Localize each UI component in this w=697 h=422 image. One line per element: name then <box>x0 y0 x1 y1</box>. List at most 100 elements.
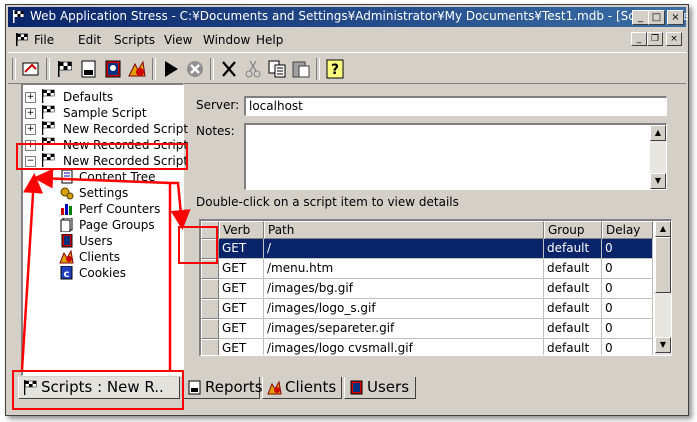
expand-toggle[interactable]: + <box>25 108 36 119</box>
row-header[interactable] <box>201 319 219 339</box>
svg-text:?: ? <box>331 62 339 78</box>
cookies-icon: c <box>60 266 73 280</box>
menu-bar: File Edit Scripts View Window Help <box>8 30 686 50</box>
tree-child-label: Page Groups <box>79 218 155 232</box>
checkered-flag-icon <box>42 105 55 119</box>
grid-scrollbar[interactable]: ▲ ▼ <box>655 221 671 355</box>
tree-item-label: Sample Script <box>63 106 147 120</box>
column-header-verb[interactable]: Verb <box>219 221 264 239</box>
cell-path: /menu.htm <box>264 259 544 279</box>
cell-verb: GET <box>219 319 264 339</box>
table-row-selected[interactable]: GET / default 0 <box>201 239 653 259</box>
window-title: Web Application Stress - C:¥Documents an… <box>30 9 689 23</box>
table-row[interactable]: GET /menu.htm default 0 <box>201 259 653 279</box>
clients-icon <box>267 380 282 395</box>
close-button[interactable]: × <box>667 10 684 25</box>
app-window: Web Application Stress - C:¥Documents an… <box>5 4 689 416</box>
users-book-icon <box>350 380 363 395</box>
table-row[interactable]: GET /images/logo_s.gif default 0 <box>201 299 653 319</box>
menu-window[interactable]: Window <box>203 33 250 47</box>
mdi-restore-button[interactable]: ❐ <box>647 32 663 46</box>
cell-delay: 0 <box>602 259 653 279</box>
scroll-thumb[interactable] <box>655 237 671 293</box>
page-groups-icon <box>60 218 73 232</box>
tab-users[interactable]: Users <box>344 377 416 399</box>
cell-verb: GET <box>219 239 264 259</box>
new-script-icon[interactable] <box>20 58 42 80</box>
scroll-down-icon[interactable]: ▼ <box>655 337 671 353</box>
menu-file[interactable]: File <box>34 33 54 47</box>
run-icon[interactable] <box>160 58 182 80</box>
table-row[interactable]: GET /images/separeter.gif default 0 <box>201 319 653 339</box>
clients-icon[interactable] <box>126 58 148 80</box>
grid-hint: Double-click on a script item to view de… <box>196 195 459 209</box>
notes-scrollbar[interactable]: ▲ ▼ <box>650 125 666 189</box>
expand-toggle[interactable]: + <box>25 124 36 135</box>
mdi-minimize-button[interactable]: _ <box>631 32 647 46</box>
scroll-down-icon[interactable]: ▼ <box>650 173 666 189</box>
cell-delay: 0 <box>602 239 653 259</box>
notes-field[interactable]: ▲ ▼ <box>244 123 667 190</box>
script-tree[interactable]: + Defaults + Sample Script + New Recorde… <box>21 83 188 376</box>
help-icon[interactable]: ? <box>324 58 346 80</box>
toolbar-grip <box>12 58 16 80</box>
paste-icon[interactable] <box>290 58 312 80</box>
minimize-button[interactable]: _ <box>632 10 649 25</box>
toolbar-separator <box>152 58 156 80</box>
users-book-icon[interactable] <box>102 58 124 80</box>
copy-icon[interactable] <box>266 58 288 80</box>
scroll-up-icon[interactable]: ▲ <box>655 221 671 237</box>
clients-icon <box>59 250 74 264</box>
script-items-grid[interactable]: Verb Path Group Delay GET / default 0 GE… <box>199 219 672 356</box>
tree-item-label: New Recorded Script <box>63 122 189 136</box>
content-tree-icon <box>61 170 73 184</box>
svg-text:c: c <box>64 269 70 280</box>
menu-scripts[interactable]: Scripts <box>114 33 155 47</box>
tree-child-label: Perf Counters <box>79 202 161 216</box>
table-row[interactable]: GET /images/logo cvsmall.gif default 0 <box>201 339 653 355</box>
server-field[interactable]: localhost <box>244 96 667 116</box>
cell-verb: GET <box>219 279 264 299</box>
expand-toggle[interactable]: + <box>25 92 36 103</box>
tab-clients[interactable]: Clients <box>262 377 342 399</box>
properties-icon[interactable] <box>78 58 100 80</box>
cell-group: default <box>544 319 602 339</box>
reports-icon <box>188 380 201 395</box>
title-bar[interactable]: Web Application Stress - C:¥Documents an… <box>8 7 689 27</box>
document-flag-icon[interactable] <box>14 32 30 47</box>
column-header-group[interactable]: Group <box>544 221 602 239</box>
scroll-up-icon[interactable]: ▲ <box>650 125 666 141</box>
cell-verb: GET <box>219 259 264 279</box>
tab-reports[interactable]: Reports <box>182 377 263 399</box>
table-row[interactable]: GET /images/bg.gif default 0 <box>201 279 653 299</box>
cell-verb: GET <box>219 339 264 355</box>
toolbar-separator <box>46 58 50 80</box>
column-header-path[interactable]: Path <box>264 221 544 239</box>
cell-delay: 0 <box>602 279 653 299</box>
delete-icon[interactable] <box>218 58 240 80</box>
mdi-close-button[interactable]: × <box>666 32 682 46</box>
stop-icon[interactable] <box>184 58 206 80</box>
cell-group: default <box>544 339 602 355</box>
menu-view[interactable]: View <box>164 33 192 47</box>
record-flag-icon[interactable] <box>54 58 76 80</box>
cell-delay: 0 <box>602 339 653 355</box>
app-flag-icon <box>13 10 24 23</box>
checkered-flag-icon <box>42 89 55 103</box>
menu-edit[interactable]: Edit <box>78 33 101 47</box>
maximize-button[interactable]: □ <box>648 10 665 25</box>
row-header[interactable] <box>201 339 219 355</box>
tab-label: Clients <box>285 378 337 396</box>
cell-group: default <box>544 299 602 319</box>
row-header[interactable] <box>201 299 219 319</box>
tree-child-label: Content Tree <box>79 170 156 184</box>
cell-delay: 0 <box>602 299 653 319</box>
menu-help[interactable]: Help <box>256 33 283 47</box>
cell-path: /images/logo_s.gif <box>264 299 544 319</box>
row-header[interactable] <box>201 279 219 299</box>
cut-icon[interactable] <box>242 58 264 80</box>
column-header-delay[interactable]: Delay <box>602 221 653 239</box>
tab-label: Users <box>367 378 410 396</box>
tree-child-label: Settings <box>79 186 129 200</box>
tree-child-label: Clients <box>79 250 120 264</box>
